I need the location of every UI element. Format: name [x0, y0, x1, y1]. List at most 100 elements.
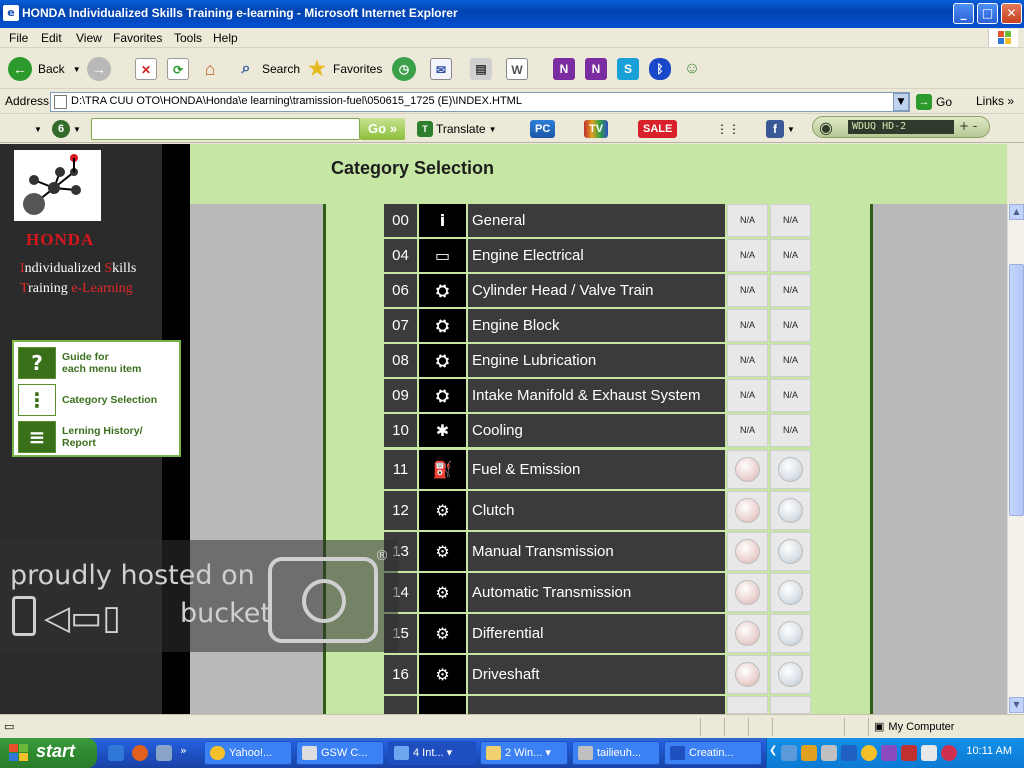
toolbar-search-input[interactable]	[91, 118, 360, 140]
chevron-down-icon[interactable]: ▼	[73, 65, 81, 74]
app-tray-icon[interactable]	[881, 745, 897, 761]
category-row[interactable]: 10 ✱ Cooling N/A N/A	[384, 414, 811, 447]
sale-button[interactable]: SALE	[638, 120, 678, 138]
mail-button[interactable]: ✉	[430, 55, 452, 83]
status-cell-2[interactable]	[770, 450, 811, 489]
posttest-status-circle[interactable]	[778, 498, 803, 523]
exit-door-icon[interactable]	[12, 596, 36, 636]
sidebar-item-category-selection[interactable]: ⋮ Category Selection	[18, 383, 178, 417]
print-button[interactable]: ▤	[470, 55, 492, 83]
onenote-send-button[interactable]: N	[585, 55, 607, 83]
task-creating[interactable]: Creatin...	[664, 741, 762, 765]
display-tray-icon[interactable]	[821, 745, 837, 761]
status-cell-2[interactable]	[770, 532, 811, 571]
category-row[interactable]: 14 ⚙ Automatic Transmission	[384, 573, 811, 612]
menu-favorites[interactable]: Favorites	[113, 31, 162, 45]
scroll-up-button[interactable]: ▲	[1009, 204, 1024, 220]
status-cell-1[interactable]	[727, 614, 768, 653]
player-tray-icon[interactable]	[941, 745, 957, 761]
task-gsw[interactable]: GSW C...	[296, 741, 384, 765]
category-row-partial[interactable]	[384, 696, 811, 714]
pretest-status-circle[interactable]	[735, 662, 760, 687]
category-name[interactable]: Engine Block	[468, 309, 725, 342]
skype-button[interactable]: S	[617, 55, 639, 83]
category-name[interactable]: Engine Electrical	[468, 239, 725, 272]
status-cell-1[interactable]	[727, 532, 768, 571]
tv-button[interactable]: TV	[584, 120, 609, 138]
misc-tray-icon[interactable]	[921, 745, 937, 761]
go-button[interactable]: → Go	[916, 93, 952, 111]
sidebar-item-guide[interactable]: ? Guide for each menu item	[18, 346, 178, 380]
translate-button[interactable]: T Translate ▼	[417, 120, 497, 138]
category-name[interactable]: General	[468, 204, 725, 237]
category-name[interactable]: Fuel & Emission	[468, 450, 725, 489]
toolbar-grip-icon[interactable]: ⋮⋮	[716, 120, 740, 138]
back-arrow-icon[interactable]: ◁▭▯	[44, 598, 121, 638]
bluetooth-button[interactable]: ᛒ	[649, 55, 671, 83]
toolbar-menu-chevron-icon[interactable]: ▼	[34, 120, 42, 138]
ie-quicklaunch-icon[interactable]	[108, 745, 124, 761]
messenger-button[interactable]: ☺	[681, 55, 703, 83]
quicklaunch-expand-icon[interactable]: »	[180, 744, 187, 757]
category-name[interactable]: Engine Lubrication	[468, 344, 725, 377]
posttest-status-circle[interactable]	[778, 662, 803, 687]
firefox-quicklaunch-icon[interactable]	[132, 745, 148, 761]
category-row[interactable]: 13 ⚙ Manual Transmission	[384, 532, 811, 571]
category-row[interactable]: 06 ⛭ Cylinder Head / Valve Train N/A N/A	[384, 274, 811, 307]
network-tray-icon[interactable]	[781, 745, 797, 761]
status-cell-1[interactable]	[727, 573, 768, 612]
posttest-status-circle[interactable]	[778, 457, 803, 482]
task-yahoo[interactable]: Yahoo!...	[204, 741, 292, 765]
category-name[interactable]: Cylinder Head / Valve Train	[468, 274, 725, 307]
volume-tray-icon[interactable]	[801, 745, 817, 761]
category-name[interactable]: Driveshaft	[468, 655, 725, 694]
category-row[interactable]: 16 ⚙ Driveshaft	[384, 655, 811, 694]
maximize-button[interactable]: □	[977, 3, 998, 24]
sidebar-item-learning-history[interactable]: ≡ Lerning History/Report	[18, 420, 178, 454]
stop-button[interactable]: ✕	[135, 55, 157, 83]
menu-view[interactable]: View	[76, 31, 102, 45]
scroll-down-button[interactable]: ▼	[1009, 697, 1024, 713]
menu-help[interactable]: Help	[213, 31, 238, 45]
address-dropdown-button[interactable]: ▼	[893, 93, 909, 111]
status-cell-2[interactable]	[770, 614, 811, 653]
category-name[interactable]	[468, 696, 725, 714]
category-row[interactable]: 04 ▭ Engine Electrical N/A N/A	[384, 239, 811, 272]
back-button[interactable]: ← Back ▼	[8, 55, 81, 83]
bluetooth-tray-icon[interactable]	[841, 745, 857, 761]
refresh-button[interactable]: ⟳	[167, 55, 189, 83]
word-button[interactable]: W	[506, 55, 528, 83]
favorites-button[interactable]: ★ Favorites	[306, 55, 382, 83]
scroll-thumb[interactable]	[1009, 264, 1024, 516]
task-tailieu[interactable]: tailieuh...	[572, 741, 660, 765]
task-internet-explorer[interactable]: 4 Int... ▾	[388, 741, 476, 765]
desktop-quicklaunch-icon[interactable]	[156, 745, 172, 761]
category-name[interactable]: Automatic Transmission	[468, 573, 725, 612]
vertical-scrollbar[interactable]: ▲ ▼	[1007, 204, 1024, 714]
links-button[interactable]: Links »	[976, 94, 1014, 108]
posttest-status-circle[interactable]	[778, 621, 803, 646]
category-name[interactable]: Cooling	[468, 414, 725, 447]
category-row[interactable]: 08 ⛭ Engine Lubrication N/A N/A	[384, 344, 811, 377]
search-button[interactable]: ⌕ Search	[235, 55, 301, 83]
task-windows-explorer[interactable]: 2 Win... ▾	[480, 741, 568, 765]
category-row[interactable]: 12 ⚙ Clutch	[384, 491, 811, 530]
category-row[interactable]: 15 ⚙ Differential	[384, 614, 811, 653]
volume-controls-icon[interactable]: + -	[959, 119, 977, 133]
messenger-tray-icon[interactable]	[861, 745, 877, 761]
radio-player[interactable]: ◉ WDUQ HD-2 + -	[812, 116, 990, 138]
home-button[interactable]: ⌂	[199, 55, 221, 83]
address-input[interactable]: D:\TRA CUU OTO\HONDA\Honda\e learning\tr…	[50, 92, 910, 112]
forward-button[interactable]: →	[87, 55, 111, 83]
history-button[interactable]: ◷	[392, 55, 416, 83]
pretest-status-circle[interactable]	[735, 457, 760, 482]
category-name[interactable]: Intake Manifold & Exhaust System	[468, 379, 725, 412]
pc-button[interactable]: PC	[530, 120, 556, 138]
status-cell-1[interactable]	[727, 450, 768, 489]
start-button[interactable]: start	[0, 738, 97, 768]
status-cell-2[interactable]	[770, 573, 811, 612]
status-cell-2[interactable]	[770, 491, 811, 530]
category-row[interactable]: 11 ⛽ Fuel & Emission	[384, 450, 811, 489]
pretest-status-circle[interactable]	[735, 580, 760, 605]
category-row[interactable]: 00 i General N/A N/A	[384, 204, 811, 237]
